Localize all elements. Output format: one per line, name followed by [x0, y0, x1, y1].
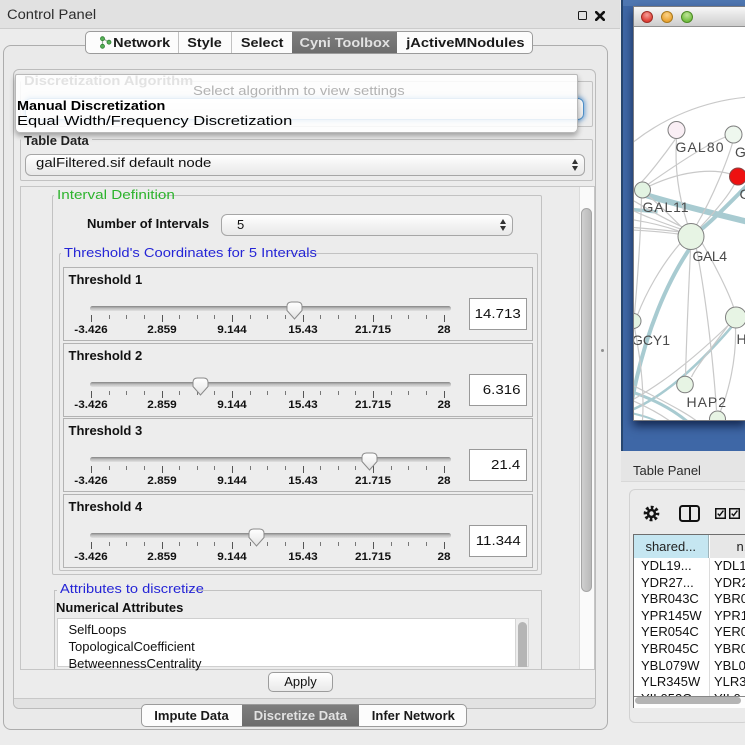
svg-text:C: C: [739, 186, 745, 202]
svg-text:HAP2: HAP2: [686, 394, 726, 410]
svg-text:H: H: [736, 331, 745, 347]
svg-text:GCY1: GCY1: [634, 332, 670, 348]
svg-text:G.: G.: [735, 144, 745, 160]
svg-text:GAL11: GAL11: [642, 199, 688, 215]
svg-text:GAL80: GAL80: [675, 139, 723, 155]
svg-text:GAL4: GAL4: [692, 248, 727, 264]
